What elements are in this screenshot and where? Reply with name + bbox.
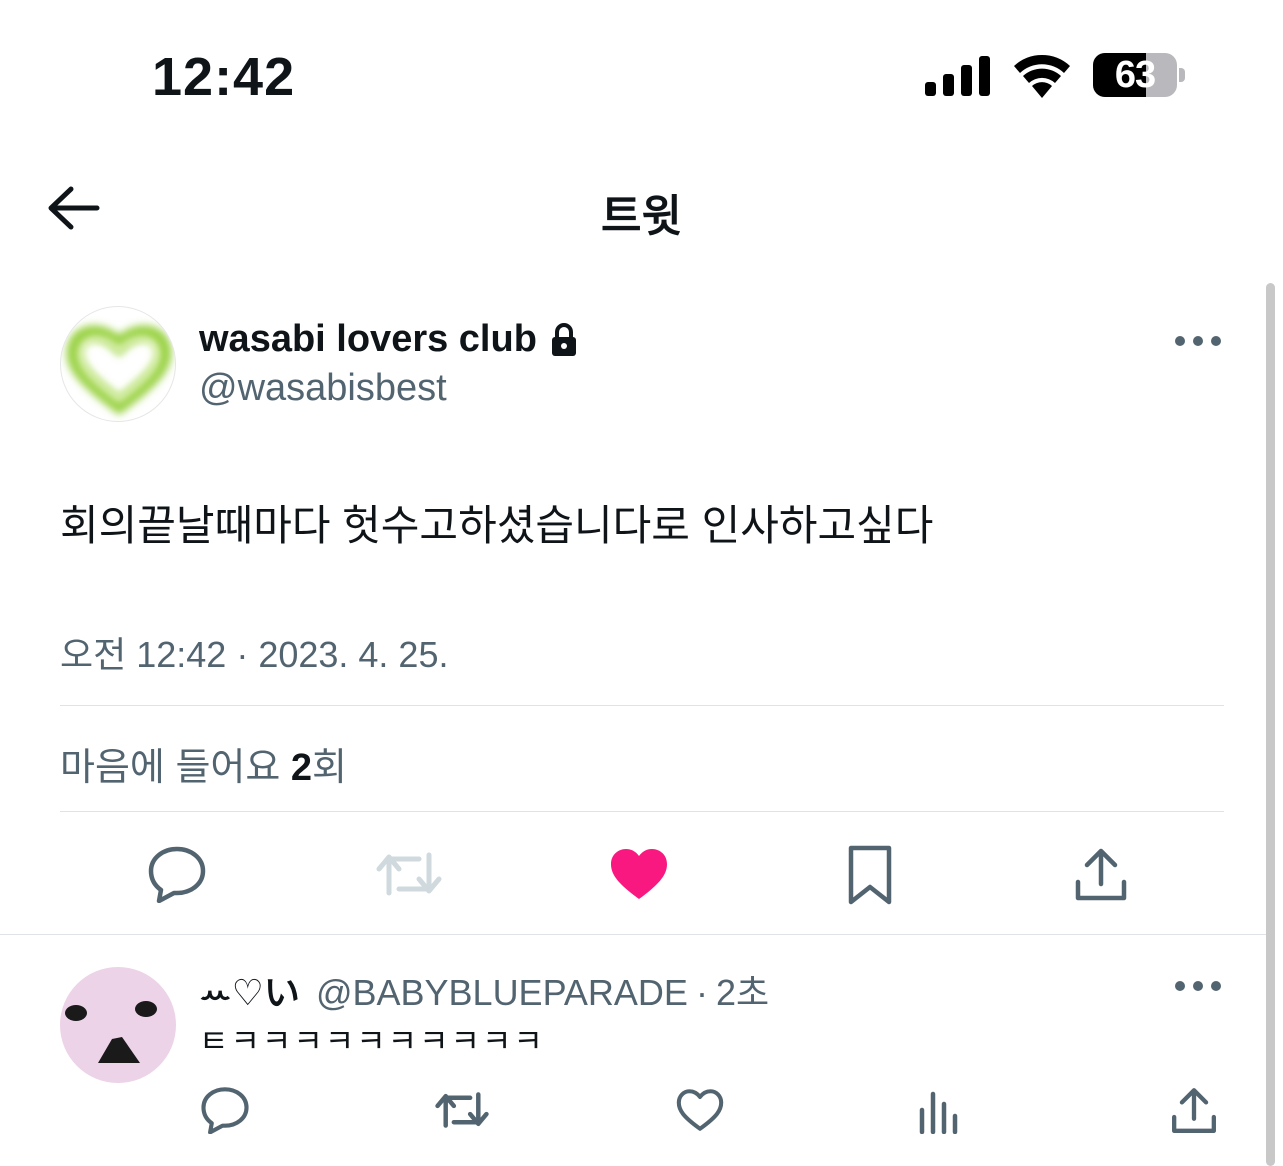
bookmark-button[interactable] <box>842 842 898 908</box>
reply-handle[interactable]: @BABYBLUEPARADE <box>316 972 688 1014</box>
display-name[interactable]: wasabi lovers club <box>199 318 577 361</box>
page-title: 트윗 <box>601 192 682 241</box>
retweet-button[interactable] <box>374 844 444 904</box>
bookmark-icon <box>848 845 892 905</box>
more-options-icon[interactable] <box>1172 326 1224 356</box>
lock-icon <box>551 322 576 356</box>
tweet-timestamp[interactable]: 오전 12:42 · 2023. 4. 25. <box>60 626 448 678</box>
likes-number: 2 <box>290 747 313 789</box>
likes-suffix: 회 <box>312 747 347 789</box>
divider <box>60 705 1224 706</box>
share-button[interactable] <box>1070 844 1132 906</box>
battery-percent: 63 <box>1114 54 1156 96</box>
scrollbar[interactable] <box>1266 283 1275 1166</box>
reply-reply-button[interactable] <box>198 1084 252 1136</box>
section-divider <box>0 934 1266 935</box>
cellular-signal-icon <box>925 56 990 96</box>
wifi-icon <box>1014 54 1070 98</box>
status-time: 12:42 <box>152 47 296 107</box>
avatar[interactable] <box>60 306 176 422</box>
green-heart-avatar-icon <box>66 325 172 415</box>
like-button[interactable] <box>606 844 672 904</box>
likes-count[interactable]: 마음에 들어요 2회 <box>60 736 347 791</box>
reply-display-name[interactable]: ꕀ♡い <box>199 964 300 1016</box>
reply-text: ㅌㅋㅋㅋㅋㅋㅋㅋㅋㅋㅋ <box>199 1023 545 1059</box>
divider <box>60 811 1224 812</box>
likes-prefix: 마음에 들어요 <box>60 747 291 789</box>
reply-button[interactable] <box>145 842 209 906</box>
reply-header: ꕀ♡い @BABYBLUEPARADE · 2초 <box>199 964 769 1016</box>
share-icon <box>1075 848 1127 901</box>
reply-retweet-button[interactable] <box>432 1086 492 1134</box>
separator: · <box>695 972 708 1013</box>
heart-icon <box>611 849 667 899</box>
reply-icon <box>148 846 206 903</box>
display-name-text: wasabi lovers club <box>199 318 537 360</box>
reply-analytics-button[interactable] <box>914 1086 962 1136</box>
retweet-icon <box>435 1092 489 1128</box>
seal-face-avatar-icon <box>65 1001 157 1063</box>
user-handle[interactable]: @wasabisbest <box>199 367 447 410</box>
share-icon <box>1172 1088 1216 1133</box>
reply-like-button[interactable] <box>674 1086 726 1134</box>
tweet-text: 회의끝날때마다 헛수고하셨습니다로 인사하고싶다 <box>60 502 934 549</box>
more-options-icon[interactable] <box>1172 971 1224 1001</box>
reply-share-button[interactable] <box>1166 1084 1222 1138</box>
retweet-icon <box>376 852 442 896</box>
reply-time[interactable]: 2초 <box>716 964 769 1016</box>
reply-avatar[interactable] <box>60 967 176 1083</box>
reply-icon <box>201 1087 249 1134</box>
analytics-icon <box>919 1091 958 1134</box>
heart-icon <box>676 1089 724 1131</box>
battery-indicator: 63 <box>1093 53 1185 97</box>
